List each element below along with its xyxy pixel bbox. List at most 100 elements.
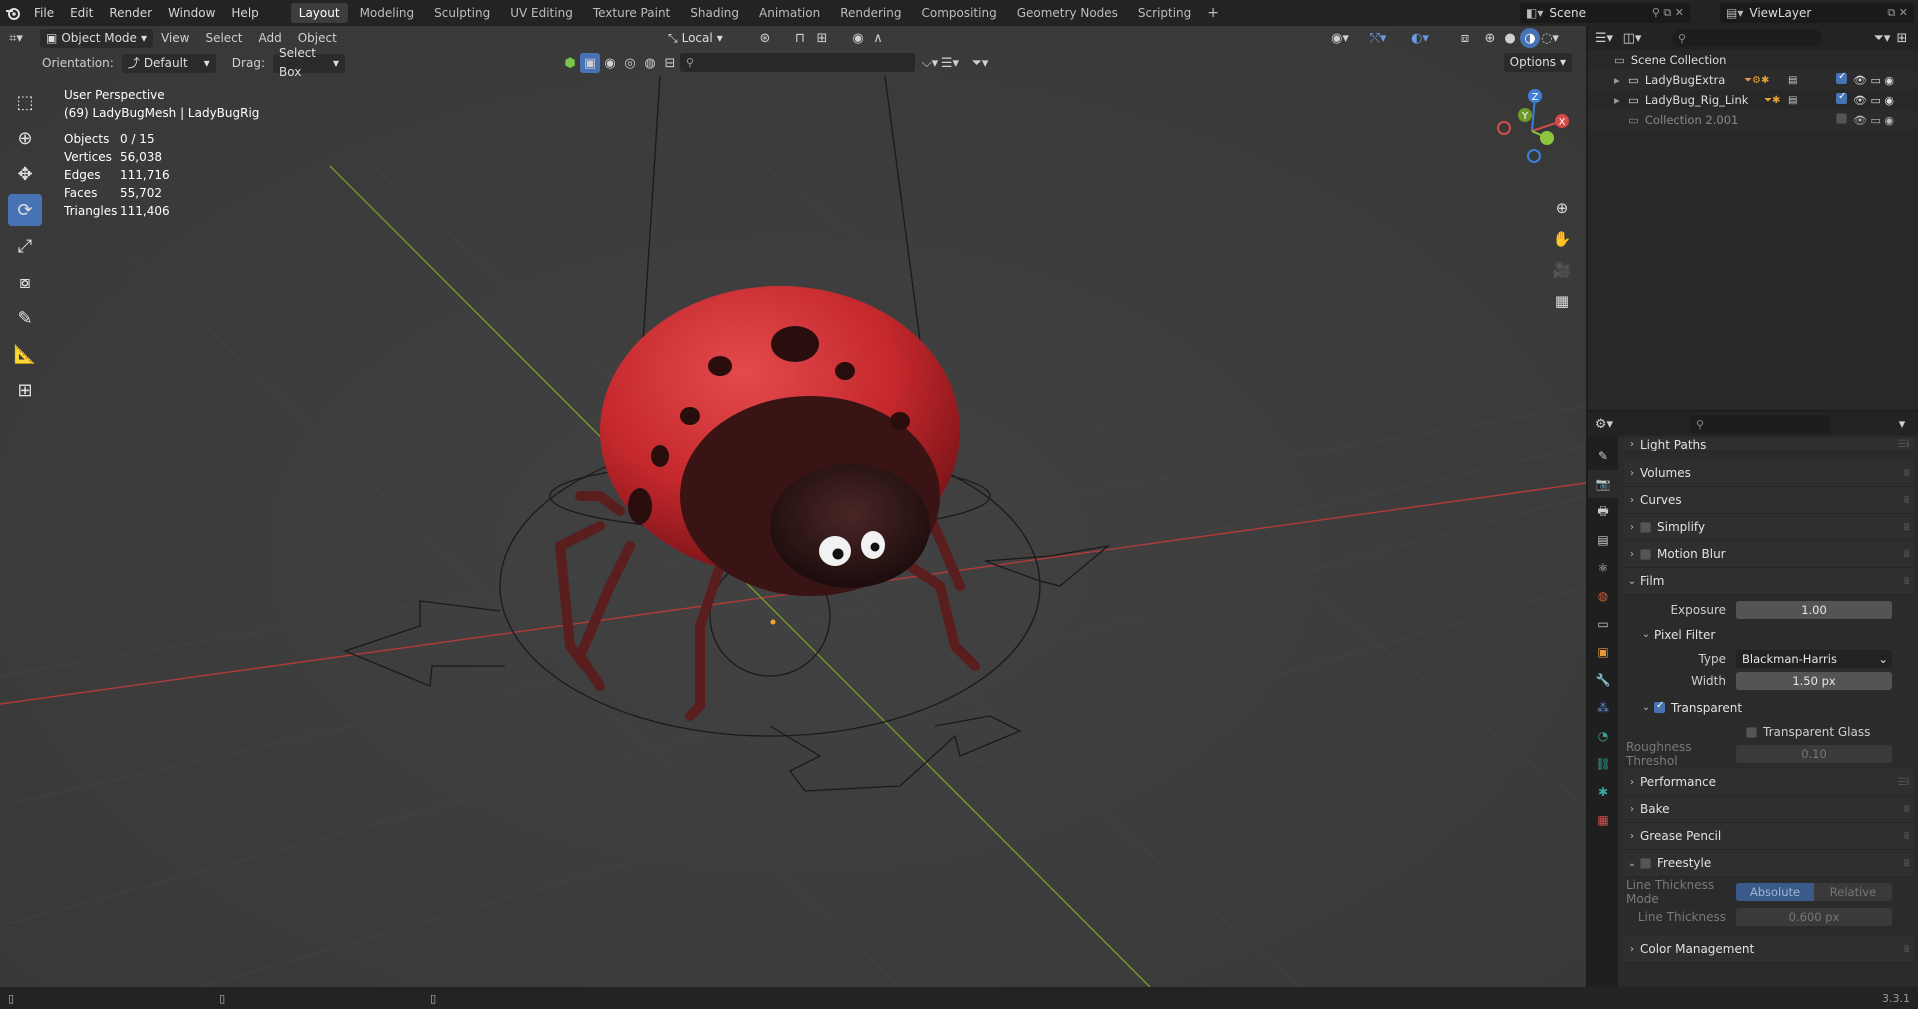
editor-type-icon[interactable]: ⌗▾	[6, 28, 26, 48]
visibility-toggles[interactable]: 👁 ▭ ◉	[1836, 113, 1894, 127]
scene-pin-icon[interactable]: ⚲ ⧉ ✕	[1652, 6, 1684, 20]
filter-icon[interactable]: ⏷▾	[1872, 28, 1892, 48]
measure-tool-icon[interactable]: 📐	[8, 338, 42, 370]
expand-arrow-icon[interactable]: ▸	[1614, 93, 1628, 107]
exclude-checkbox[interactable]	[1836, 113, 1847, 124]
pan-hand-icon[interactable]: ✋	[1548, 225, 1576, 253]
outliner-search-input[interactable]: ⚲	[1672, 29, 1822, 47]
blender-logo-icon[interactable]	[0, 0, 26, 26]
list-view-icon[interactable]: ☰▾	[940, 53, 960, 73]
properties-search-input[interactable]: ⚲	[1690, 415, 1830, 433]
transform-tool-icon[interactable]: ⧇	[8, 266, 42, 298]
viewport-search-input[interactable]: ⚲	[680, 53, 915, 72]
exposure-field[interactable]: 1.00	[1736, 601, 1892, 619]
select-mode-intersect-icon[interactable]: ⊟	[660, 53, 680, 73]
funnel-icon[interactable]: ⏷▾	[970, 53, 990, 73]
simplify-checkbox[interactable]	[1640, 521, 1651, 533]
view-layer-actions-icon[interactable]: ⧉ ✕	[1887, 6, 1908, 20]
proportional-editing-icon[interactable]: ◉	[848, 28, 868, 48]
new-collection-icon[interactable]: ⊞	[1892, 28, 1912, 48]
subpanel-transparent[interactable]: ⌄ Transparent	[1624, 694, 1914, 721]
editor-type-icon[interactable]: ⚙▾	[1594, 414, 1614, 434]
view-layer-tab-icon[interactable]: ▤	[1588, 526, 1618, 554]
menu-help[interactable]: Help	[223, 0, 266, 26]
physics-tab-icon[interactable]: ◔	[1588, 722, 1618, 750]
subpanel-pixel-filter[interactable]: ⌄ Pixel Filter	[1624, 621, 1914, 648]
orientation-dropdown[interactable]: ⤴ Default ▾	[121, 53, 216, 73]
rendered-shading-icon[interactable]: ◌▾	[1540, 28, 1560, 48]
overlays-toggle-icon[interactable]: ◐▾	[1410, 28, 1430, 48]
tree-row-ladybugextra[interactable]: ▸ ▭ LadyBugExtra ⏷⚙✱ ▤ 👁 ▭ ◉	[1588, 70, 1918, 90]
add-menu[interactable]: Add	[250, 31, 289, 45]
ortho-grid-icon[interactable]: ▦	[1548, 287, 1576, 315]
expand-arrow-icon[interactable]: ▸	[1614, 73, 1628, 87]
workspace-tab-scripting[interactable]: Scripting	[1130, 3, 1199, 23]
snap-icon[interactable]: ⊓	[790, 28, 810, 48]
panel-volumes[interactable]: › Volumes ⁞⁞⁞⁞	[1624, 460, 1914, 487]
drag-handle-icon[interactable]: ⁞⁞⁞⁞	[1903, 944, 1910, 955]
world-tab-icon[interactable]: ◍	[1588, 582, 1618, 610]
panel-film[interactable]: ⌄ Film ⁞⁞⁞⁞	[1624, 568, 1914, 595]
tree-row-ladybug-rig-link[interactable]: ▸ ▭ LadyBug_Rig_Link ⏷✱ ▤ 👁 ▭ ◉	[1588, 90, 1918, 110]
drag-handle-icon[interactable]: ⁞⁞⁞⁞	[1903, 576, 1910, 587]
drag-handle-icon[interactable]: ⁞⁞⁞⁞	[1903, 549, 1910, 560]
view-menu[interactable]: View	[153, 31, 197, 45]
solid-shading-icon[interactable]: ●	[1500, 28, 1520, 48]
select-mode-invert-icon[interactable]: ◍	[640, 53, 660, 73]
select-mode-new-icon[interactable]: ▣	[580, 53, 600, 73]
snap-target-icon[interactable]: ⊞	[812, 28, 832, 48]
select-menu[interactable]: Select	[197, 31, 250, 45]
panel-grease-pencil[interactable]: › Grease Pencil ⁞⁞⁞⁞	[1624, 823, 1914, 850]
panel-light-paths[interactable]: › Light Paths ☰ ⁞⁞	[1624, 438, 1914, 452]
filter-width-field[interactable]: 1.50 px	[1736, 672, 1892, 690]
tool-tab-icon[interactable]: ✎	[1588, 442, 1618, 470]
annotate-tool-icon[interactable]: ✎	[8, 302, 42, 334]
motion-blur-checkbox[interactable]	[1640, 548, 1651, 560]
add-workspace-button[interactable]: +	[1201, 5, 1225, 21]
drag-handle-icon[interactable]: ⁞⁞⁞⁞	[1903, 858, 1910, 869]
visibility-icon[interactable]: ◉▾	[1330, 28, 1350, 48]
panel-bake[interactable]: › Bake ⁞⁞⁞⁞	[1624, 796, 1914, 823]
roughness-threshold-field[interactable]: 0.10	[1736, 745, 1892, 763]
3d-viewport[interactable]: ⌗▾ ▣ Object Mode ▾ View Select Add Objec…	[0, 26, 1586, 987]
object-tab-icon[interactable]: ▣	[1588, 638, 1618, 666]
transparent-glass-checkbox[interactable]	[1746, 726, 1757, 738]
scene-selector[interactable]: ◧▾ Scene ⚲ ⧉ ✕	[1520, 3, 1690, 23]
menu-file[interactable]: File	[26, 0, 62, 26]
panel-color-management[interactable]: › Color Management ⁞⁞⁞⁞	[1624, 936, 1914, 963]
drag-handle-icon[interactable]: ⁞⁞⁞⁞	[1903, 495, 1910, 506]
select-mode-extend-icon[interactable]: ◉	[600, 53, 620, 73]
visibility-toggles[interactable]: 👁 ▭ ◉	[1836, 91, 1894, 107]
options-dropdown[interactable]: Options ▾	[1503, 53, 1572, 72]
visibility-toggles[interactable]: 👁 ▭ ◉	[1836, 71, 1894, 87]
workspace-tab-shading[interactable]: Shading	[682, 3, 747, 23]
panel-performance[interactable]: › Performance ☰ ⁞⁞	[1624, 769, 1914, 796]
absolute-mode-button[interactable]: Absolute	[1736, 883, 1814, 901]
scene-collection-row[interactable]: ▭ Scene Collection	[1588, 50, 1918, 70]
workspace-tab-rendering[interactable]: Rendering	[832, 3, 909, 23]
add-cube-tool-icon[interactable]: ⊞	[8, 374, 42, 406]
navigation-gizmo[interactable]: Z X Y	[1492, 86, 1572, 176]
view-layer-selector[interactable]: ▤▾ ViewLayer ⧉ ✕	[1720, 3, 1914, 23]
tree-row-collection-2-001[interactable]: ▭ Collection 2.001 👁 ▭ ◉	[1588, 110, 1918, 130]
panel-freestyle[interactable]: ⌄ Freestyle ⁞⁞⁞⁞	[1624, 850, 1914, 877]
mode-dropdown[interactable]: ▣ Object Mode ▾	[40, 28, 153, 48]
filter-dropdown-icon[interactable]: ⌵▾	[920, 53, 940, 73]
gizmo-toggle-icon[interactable]: ⤲▾	[1368, 28, 1388, 48]
zoom-icon[interactable]: ⊕	[1548, 194, 1576, 222]
texture-tab-icon[interactable]: ▦	[1588, 806, 1618, 834]
chevron-down-icon[interactable]: ▾	[1892, 414, 1912, 434]
render-tab-icon[interactable]: 📷	[1588, 470, 1618, 498]
menu-render[interactable]: Render	[101, 0, 160, 26]
material-preview-shading-icon[interactable]: ◑	[1520, 28, 1540, 48]
line-thickness-field[interactable]: 0.600 px	[1736, 908, 1892, 926]
rotate-tool-icon[interactable]: ⟳	[8, 194, 42, 226]
workspace-tab-uv-editing[interactable]: UV Editing	[502, 3, 581, 23]
constraints-tab-icon[interactable]: ⛓	[1588, 750, 1618, 778]
drag-dropdown[interactable]: Select Box ▾	[272, 46, 345, 79]
workspace-tab-modeling[interactable]: Modeling	[352, 3, 423, 23]
workspace-tab-animation[interactable]: Animation	[751, 3, 828, 23]
drag-handle-icon[interactable]: ☰ ⁞⁞	[1897, 439, 1909, 450]
editor-type-icon[interactable]: ☰▾	[1594, 28, 1614, 48]
modifier-tab-icon[interactable]: 🔧	[1588, 666, 1618, 694]
